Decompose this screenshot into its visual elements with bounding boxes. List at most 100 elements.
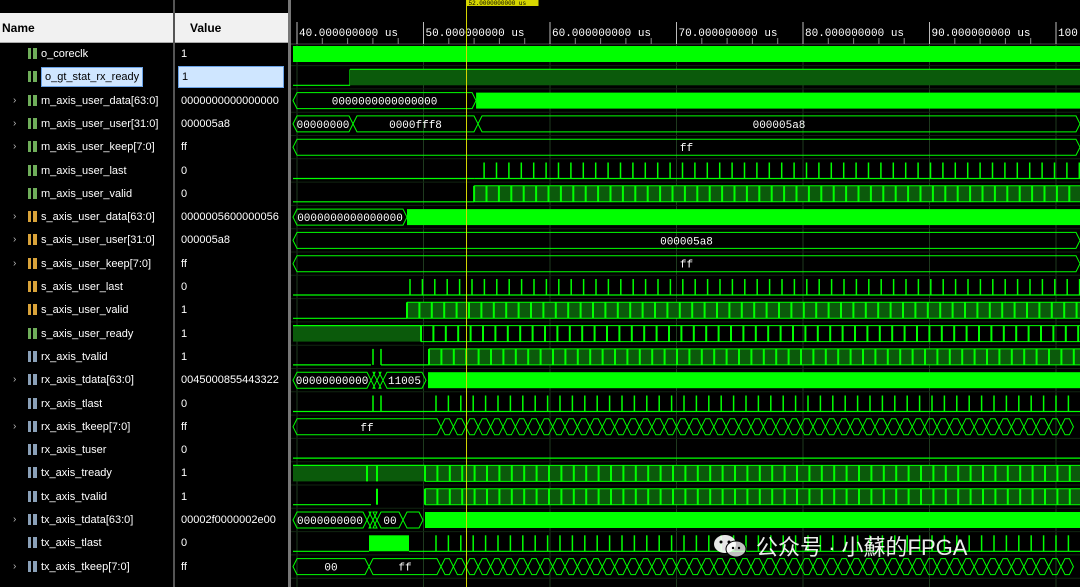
wave-solid bbox=[369, 535, 409, 552]
expand-chevron-icon[interactable]: › bbox=[13, 253, 16, 275]
bus-segment bbox=[576, 558, 591, 576]
signal-row[interactable]: › s_axis_user_keep[7:0] bbox=[0, 253, 174, 275]
time-tick-label: 60.000000000 us bbox=[552, 28, 651, 40]
expand-chevron-icon[interactable]: › bbox=[13, 509, 16, 531]
signal-row[interactable]: rx_axis_tvalid bbox=[0, 346, 174, 368]
bus-signal-icon bbox=[28, 560, 37, 572]
bus-segment bbox=[961, 418, 975, 436]
wave-solid bbox=[425, 512, 1080, 528]
bit-signal-icon bbox=[28, 281, 37, 292]
expand-chevron-icon[interactable]: › bbox=[13, 206, 16, 228]
bus-value-label: 0000fff8 bbox=[389, 120, 442, 132]
signal-row[interactable]: o_coreclk bbox=[0, 43, 174, 65]
signal-value: 00002f0000002e00 bbox=[181, 514, 276, 526]
bus-value-label: ff bbox=[680, 260, 693, 272]
expand-chevron-icon[interactable]: › bbox=[13, 556, 16, 578]
bus-segment bbox=[477, 558, 492, 576]
expand-chevron-icon[interactable]: › bbox=[13, 136, 16, 158]
expand-chevron-icon[interactable]: › bbox=[13, 229, 16, 251]
signal-row[interactable]: m_axis_user_last bbox=[0, 160, 174, 182]
signal-row[interactable]: s_axis_user_last bbox=[0, 276, 174, 298]
bus-segment bbox=[366, 511, 374, 529]
bus-segment bbox=[911, 418, 926, 436]
bit-signal-icon bbox=[28, 444, 37, 456]
signal-row[interactable]: › tx_axis_tkeep[7:0] bbox=[0, 556, 174, 578]
signal-name: m_axis_user_keep[7:0] bbox=[41, 141, 155, 154]
bus-value-label: 0000000000 bbox=[297, 516, 363, 528]
signal-value: 0000005600000056 bbox=[181, 211, 279, 224]
time-tick-label: 40.000000000 us bbox=[299, 28, 398, 40]
bus-segment bbox=[1048, 558, 1062, 576]
bus-segment bbox=[862, 418, 876, 436]
signal-row[interactable]: s_axis_user_valid bbox=[0, 299, 174, 321]
bus-segment bbox=[663, 558, 678, 576]
signal-row[interactable]: › tx_axis_tdata[63:0] bbox=[0, 509, 174, 531]
signal-row[interactable]: tx_axis_tlast bbox=[0, 532, 174, 554]
bus-segment bbox=[452, 418, 467, 436]
bus-segment bbox=[688, 558, 702, 576]
expand-chevron-icon[interactable]: › bbox=[13, 416, 16, 438]
expand-chevron-icon[interactable]: › bbox=[13, 113, 16, 135]
signal-row[interactable]: o_gt_stat_rx_ready bbox=[0, 66, 174, 88]
signal-name: tx_axis_tlast bbox=[41, 537, 102, 550]
bus-signal-icon bbox=[28, 141, 37, 153]
bit-signal-icon bbox=[28, 164, 37, 176]
bus-segment bbox=[564, 558, 578, 576]
signal-row[interactable]: tx_axis_tready bbox=[0, 462, 174, 484]
bus-segment bbox=[663, 418, 678, 436]
expand-chevron-icon[interactable]: › bbox=[13, 369, 16, 391]
bus-segment bbox=[676, 558, 690, 576]
bus-segment bbox=[688, 418, 702, 436]
time-tick-label: 100. bbox=[1058, 28, 1080, 40]
bit-signal-icon bbox=[28, 537, 37, 549]
bus-segment bbox=[998, 558, 1012, 576]
time-tick-label: 80.000000000 us bbox=[805, 28, 904, 40]
signal-row[interactable]: › m_axis_user_data[63:0] bbox=[0, 90, 174, 112]
signal-row[interactable]: › rx_axis_tkeep[7:0] bbox=[0, 416, 174, 438]
signal-row[interactable]: tx_axis_tvalid bbox=[0, 486, 174, 508]
bus-segment bbox=[527, 418, 541, 436]
bus-value-label: 00 bbox=[383, 516, 396, 528]
signal-row[interactable]: › m_axis_user_user[31:0] bbox=[0, 113, 174, 135]
bus-signal-icon bbox=[28, 257, 37, 269]
column-divider[interactable] bbox=[173, 0, 175, 587]
signal-value: 1 bbox=[181, 350, 188, 363]
bus-segment bbox=[589, 418, 603, 436]
bus-segment bbox=[1060, 558, 1074, 576]
bus-segment bbox=[601, 558, 616, 576]
bus-segment bbox=[527, 558, 541, 576]
signal-row[interactable]: rx_axis_tuser bbox=[0, 439, 174, 461]
bus-value-label: ff bbox=[398, 563, 411, 575]
signal-row[interactable]: m_axis_user_valid bbox=[0, 183, 174, 205]
bus-signal-icon bbox=[28, 420, 37, 432]
signal-value: ff bbox=[181, 257, 187, 270]
expand-chevron-icon[interactable]: › bbox=[13, 90, 16, 112]
signal-row[interactable]: › s_axis_user_user[31:0] bbox=[0, 229, 174, 251]
signal-name: rx_axis_tuser bbox=[41, 444, 107, 457]
bus-segment bbox=[502, 558, 516, 576]
waveform-canvas[interactable]: 40.000000000 us 50.000000000 us 60.0000000… bbox=[291, 0, 1080, 587]
signal-row[interactable]: s_axis_user_ready bbox=[0, 323, 174, 345]
signal-value: ff bbox=[181, 420, 187, 433]
bus-segment bbox=[514, 418, 529, 436]
signal-value: 0 bbox=[181, 444, 188, 457]
signal-row[interactable]: rx_axis_tlast bbox=[0, 393, 174, 415]
bus-segment bbox=[899, 418, 913, 436]
signal-name-panel: Name o_coreclk o_gt_stat_rx_ready › m_axis_… bbox=[0, 0, 174, 587]
signal-value: 0 bbox=[181, 164, 188, 177]
signal-value: ff bbox=[181, 141, 187, 154]
signal-value: 0 bbox=[181, 187, 188, 200]
bus-segment bbox=[514, 558, 529, 576]
signal-name: s_axis_user_data[63:0] bbox=[41, 211, 155, 224]
name-column-header[interactable]: Name bbox=[0, 13, 173, 43]
signal-name: rx_axis_tkeep[7:0] bbox=[41, 420, 131, 433]
bus-segment bbox=[376, 371, 384, 389]
signal-row[interactable]: › s_axis_user_data[63:0] bbox=[0, 206, 174, 228]
signal-row[interactable]: › rx_axis_tdata[63:0] bbox=[0, 369, 174, 391]
bit-signal-icon bbox=[28, 304, 37, 316]
signal-row[interactable]: › m_axis_user_keep[7:0] bbox=[0, 136, 174, 158]
bus-segment bbox=[849, 418, 864, 436]
signal-value: 1 bbox=[181, 304, 188, 317]
value-column-header[interactable]: Value bbox=[174, 13, 288, 43]
signal-name: m_axis_user_last bbox=[41, 164, 127, 177]
